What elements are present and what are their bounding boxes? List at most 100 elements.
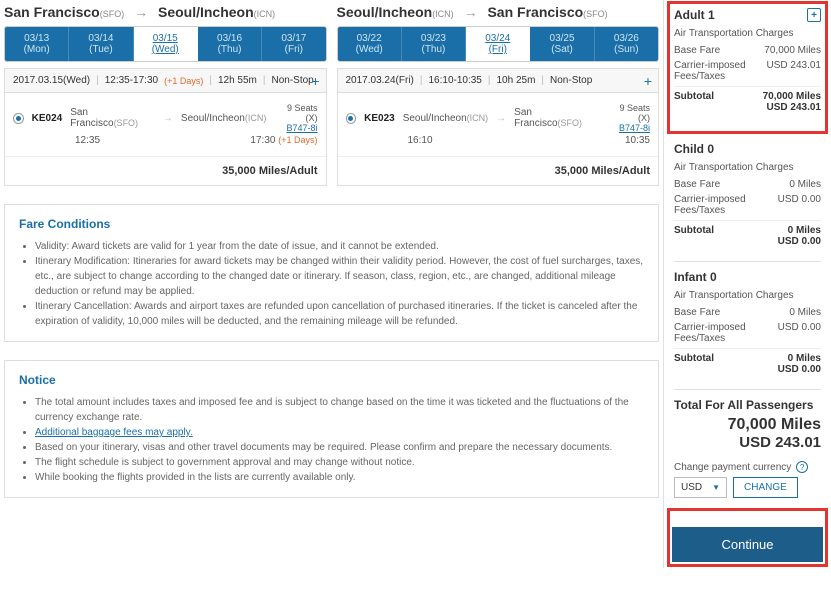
flight-code: KE024 <box>32 113 63 124</box>
divider <box>674 389 821 390</box>
outbound-flight-card: 2017.03.15(Wed)| 12:35-17:30 (+1 Days)| … <box>4 68 327 186</box>
notice-item: The total amount includes taxes and impo… <box>35 395 644 425</box>
outbound-to: Seoul/Incheon <box>158 4 254 20</box>
charges-label: Air Transportation Charges <box>674 162 821 173</box>
inbound-flight-card: 2017.03.24(Fri)| 16:10-10:35| 10h 25m| N… <box>337 68 660 186</box>
inbound-flight-header: 2017.03.24(Fri)| 16:10-10:35| 10h 25m| N… <box>338 69 659 93</box>
change-currency-label: Change payment currency ? <box>674 461 821 473</box>
outbound-flight-header: 2017.03.15(Wed)| 12:35-17:30 (+1 Days)| … <box>5 69 326 93</box>
pax-title: Child 0 <box>674 142 714 156</box>
charges-label: Air Transportation Charges <box>674 28 821 39</box>
subtotal-miles: 0 Miles <box>788 225 821 236</box>
date-tab-selected[interactable]: 03/15(Wed) <box>134 27 198 61</box>
route-arrow-icon: → <box>134 4 148 20</box>
divider <box>674 261 821 262</box>
base-fare-value: 70,000 Miles <box>764 45 821 56</box>
fees-label: Carrier-imposed Fees/Taxes <box>674 322 778 344</box>
chevron-down-icon: ▼ <box>712 483 720 492</box>
date-tab[interactable]: 03/17(Fri) <box>262 27 325 61</box>
dep-time: 16:10 <box>408 135 433 146</box>
flight-radio[interactable] <box>13 113 24 124</box>
notice-item: The flight schedule is subject to govern… <box>35 455 644 470</box>
inbound-to: San Francisco <box>487 4 583 20</box>
base-fare-value: 0 Miles <box>789 179 821 190</box>
base-fare-value: 0 Miles <box>789 307 821 318</box>
dep-time: 12:35 <box>75 135 100 146</box>
date-tab[interactable]: 03/25(Sat) <box>530 27 594 61</box>
inbound-to-code: (SFO) <box>583 9 608 19</box>
change-currency-button[interactable]: CHANGE <box>733 477 798 498</box>
date-tab[interactable]: 03/13(Mon) <box>5 27 69 61</box>
aircraft-link[interactable]: B747-8i <box>286 123 317 133</box>
arr-time: 17:30 (+1 Days) <box>250 135 317 146</box>
fare-conditions-section: Fare Conditions Validity: Award tickets … <box>4 204 659 342</box>
price-sidebar: Adult 1 + Air Transportation Charges Base… <box>663 0 831 568</box>
outbound-from-code: (SFO) <box>100 9 125 19</box>
notice-title: Notice <box>19 373 644 387</box>
currency-select[interactable]: USD▼ <box>674 477 727 498</box>
date-tab[interactable]: 03/22(Wed) <box>338 27 402 61</box>
total-miles: 70,000 Miles <box>674 416 821 434</box>
date-tab[interactable]: 03/14(Tue) <box>69 27 133 61</box>
pax-title: Infant 0 <box>674 270 717 284</box>
date-tab-selected[interactable]: 03/24(Fri) <box>466 27 530 61</box>
subtotal-miles: 0 Miles <box>788 353 821 364</box>
date-tab[interactable]: 03/26(Sun) <box>595 27 658 61</box>
date-tab[interactable]: 03/16(Thu) <box>198 27 262 61</box>
pax-infant: Infant 0 Air Transportation Charges Base… <box>674 270 821 375</box>
notice-item: Based on your itinerary, visas and other… <box>35 440 644 455</box>
notice-item: Additional baggage fees may apply. <box>35 425 644 440</box>
flight-radio[interactable] <box>346 113 357 124</box>
fees-value: USD 0.00 <box>778 322 821 344</box>
aircraft-link[interactable]: B747-8i <box>619 123 650 133</box>
seats-info: 9 Seats (X)B747-8i <box>607 103 650 133</box>
inbound-date-tabs: 03/22(Wed) 03/23(Thu) 03/24(Fri) 03/25(S… <box>337 26 660 62</box>
subtotal-label: Subtotal <box>674 91 763 102</box>
fees-label: Carrier-imposed Fees/Taxes <box>674 60 767 82</box>
base-fare-label: Base Fare <box>674 307 789 318</box>
inbound-route-title: Seoul/Incheon(ICN) → San Francisco(SFO) <box>337 4 660 20</box>
outbound-from: San Francisco <box>4 4 100 20</box>
help-icon[interactable]: ? <box>796 461 808 473</box>
subtotal-usd: USD 243.01 <box>767 102 821 113</box>
arr-city: Seoul/Incheon(ICN) <box>181 113 266 124</box>
total-usd: USD 243.01 <box>674 434 821 451</box>
pax-child: Child 0 Air Transportation Charges Base … <box>674 142 821 247</box>
fees-value: USD 0.00 <box>778 194 821 216</box>
notice-section: Notice The total amount includes taxes a… <box>4 360 659 498</box>
inbound-from-code: (ICN) <box>432 9 454 19</box>
expand-icon[interactable]: + <box>311 73 319 89</box>
fees-value: USD 243.01 <box>767 60 821 82</box>
expand-pax-icon[interactable]: + <box>807 8 821 22</box>
arr-time: 10:35 <box>625 135 650 146</box>
flight-code: KE023 <box>364 113 395 124</box>
outbound-route-title: San Francisco(SFO) → Seoul/Incheon(ICN) <box>4 4 327 20</box>
charges-label: Air Transportation Charges <box>674 290 821 301</box>
fare-conditions-title: Fare Conditions <box>19 217 644 231</box>
inbound-from: Seoul/Incheon <box>337 4 433 20</box>
pax-title: Adult 1 <box>674 8 715 22</box>
outbound-date-tabs: 03/13(Mon) 03/14(Tue) 03/15(Wed) 03/16(T… <box>4 26 327 62</box>
expand-icon[interactable]: + <box>644 73 652 89</box>
dep-city: San Francisco(SFO) <box>70 107 155 129</box>
route-arrow-icon: → <box>464 4 478 20</box>
subtotal-miles: 70,000 Miles <box>763 91 821 102</box>
base-fare-label: Base Fare <box>674 179 789 190</box>
flight-arrow-icon: → <box>496 113 506 124</box>
fees-label: Carrier-imposed Fees/Taxes <box>674 194 778 216</box>
fare-item: Validity: Award tickets are valid for 1 … <box>35 239 644 254</box>
arr-city: San Francisco(SFO) <box>514 107 599 129</box>
baggage-fees-link[interactable]: Additional baggage fees may apply. <box>35 427 193 438</box>
inbound-section: Seoul/Incheon(ICN) → San Francisco(SFO) … <box>337 4 660 186</box>
subtotal-label: Subtotal <box>674 353 788 364</box>
date-tab[interactable]: 03/23(Thu) <box>402 27 466 61</box>
outbound-to-code: (ICN) <box>254 9 276 19</box>
subtotal-usd: USD 0.00 <box>778 236 821 247</box>
continue-button[interactable]: Continue <box>672 527 823 562</box>
base-fare-label: Base Fare <box>674 45 764 56</box>
total-title: Total For All Passengers <box>674 398 821 412</box>
inbound-miles: 35,000 Miles/Adult <box>338 156 659 185</box>
seats-info: 9 Seats (X)B747-8i <box>274 103 317 133</box>
fare-item: Itinerary Cancellation: Awards and airpo… <box>35 299 644 329</box>
subtotal-label: Subtotal <box>674 225 788 236</box>
